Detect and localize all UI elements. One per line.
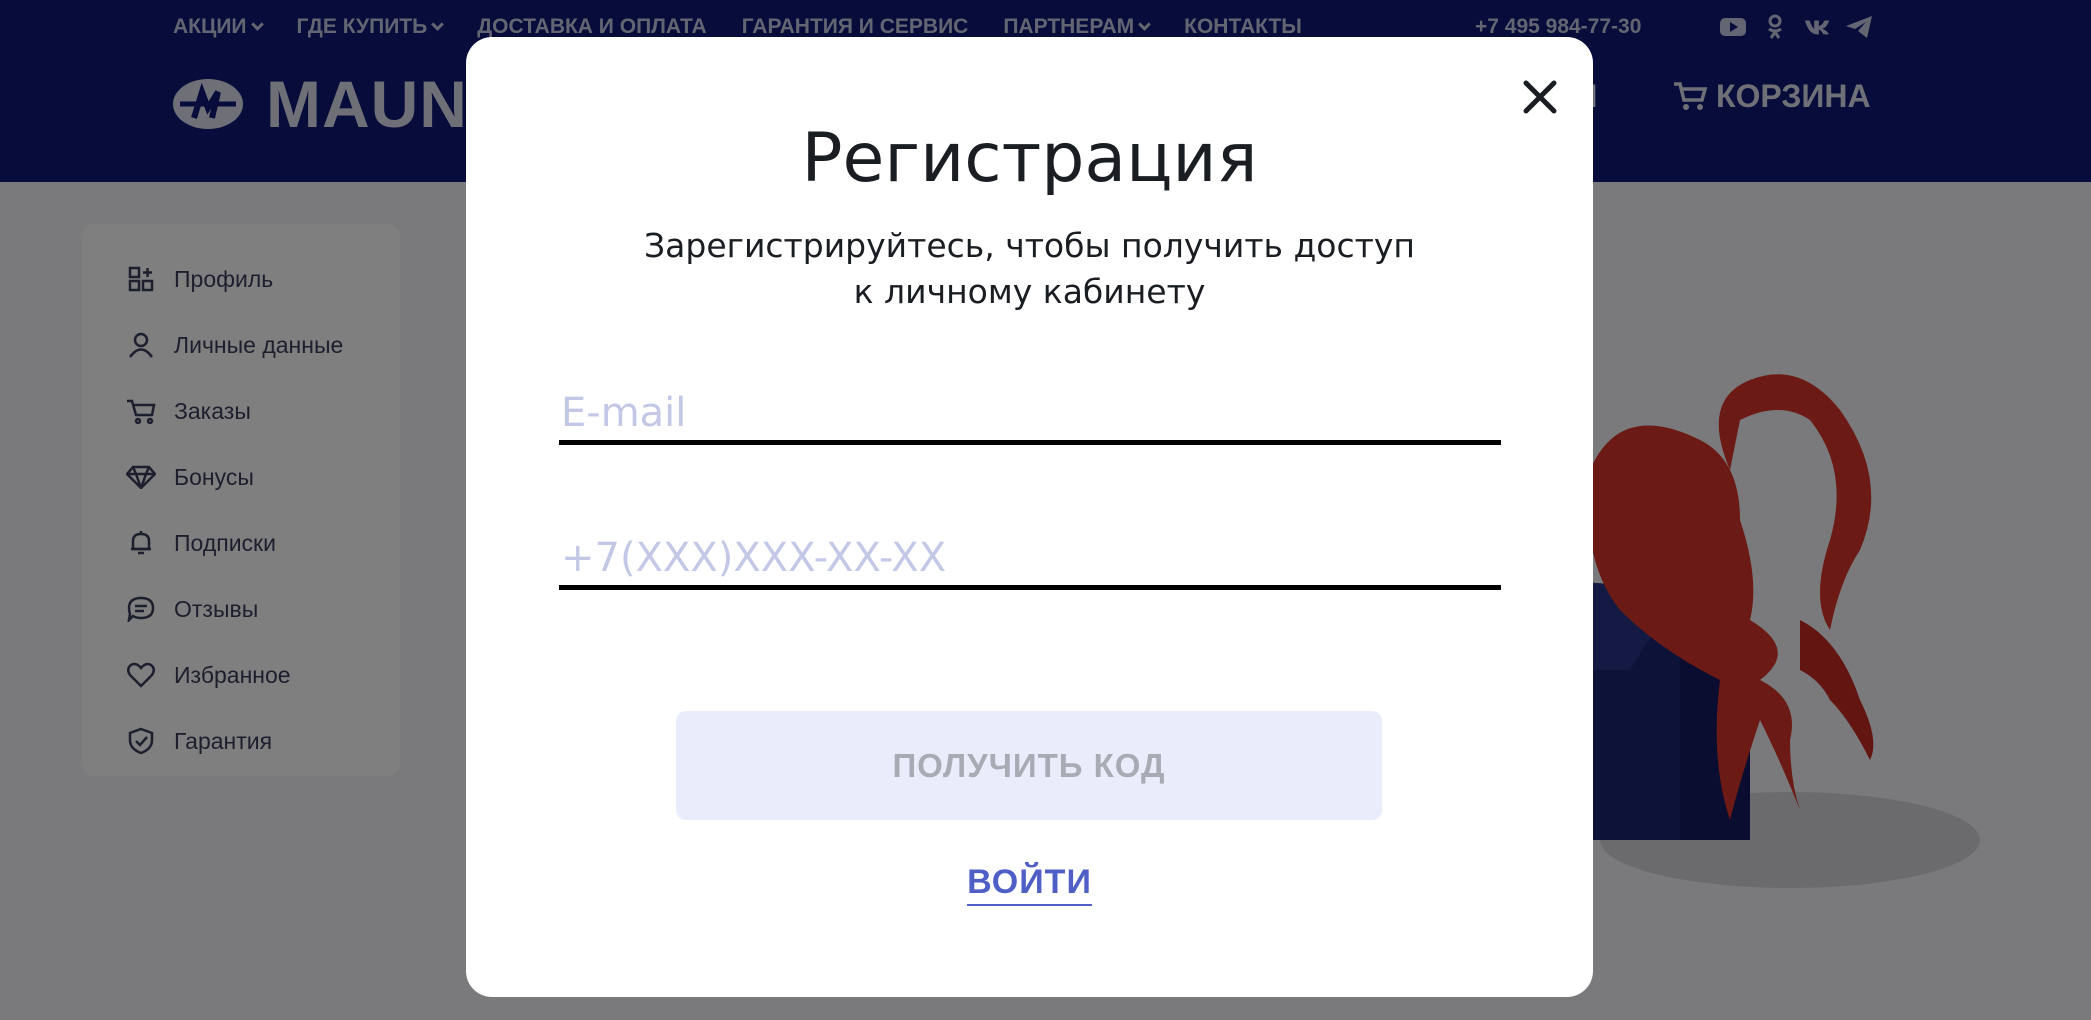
registration-modal: Регистрация Зарегистрируйтесь, чтобы пол… — [466, 37, 1593, 997]
login-link[interactable]: ВОЙТИ — [967, 863, 1092, 906]
login-link-container: ВОЙТИ — [466, 863, 1593, 906]
modal-subtitle: Зарегистрируйтесь, чтобы получить доступ… — [466, 223, 1593, 315]
modal-subtitle-line: Зарегистрируйтесь, чтобы получить доступ — [644, 226, 1415, 265]
email-field[interactable] — [559, 385, 1501, 445]
get-code-button[interactable]: ПОЛУЧИТЬ КОД — [676, 711, 1382, 820]
modal-title: Регистрация — [801, 119, 1258, 198]
close-button[interactable] — [1518, 75, 1562, 119]
close-icon — [1523, 80, 1557, 114]
modal-subtitle-line: к личному кабинету — [853, 272, 1206, 311]
phone-field[interactable] — [559, 530, 1501, 590]
